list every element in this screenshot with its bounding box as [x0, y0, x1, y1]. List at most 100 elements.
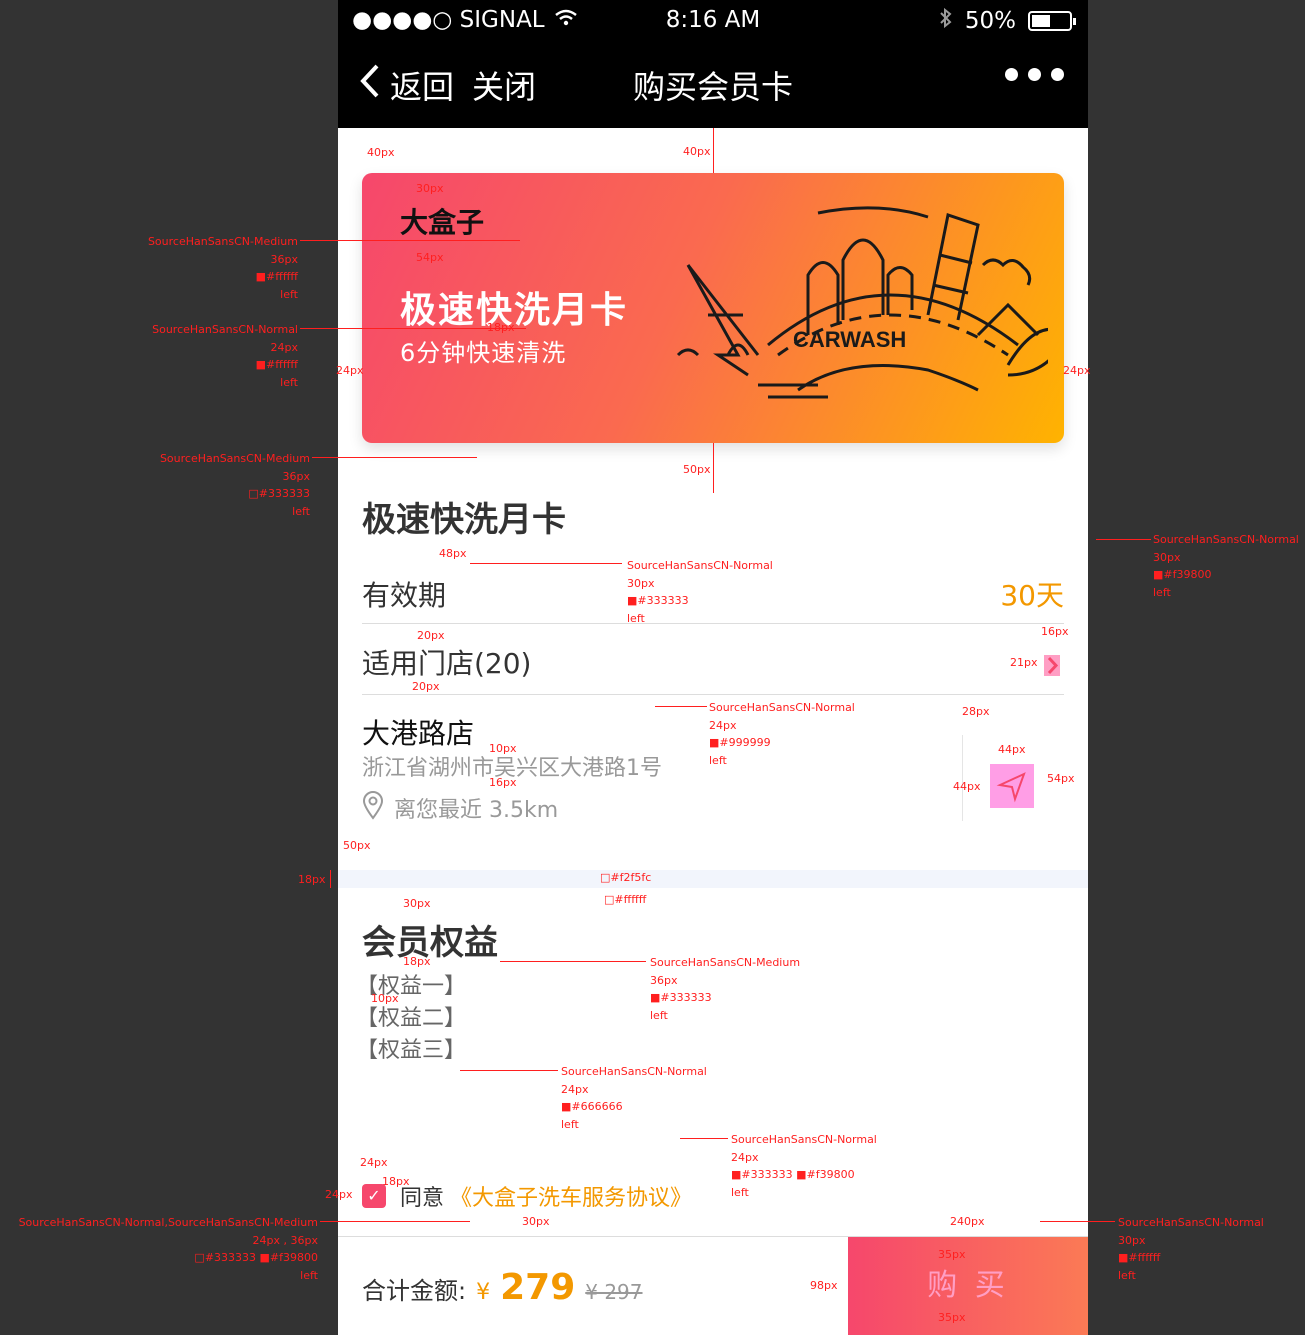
dimension-label: 16px [489, 776, 517, 789]
leader-line [713, 443, 714, 493]
dimension-label: 44px [998, 743, 1026, 756]
dimension-label: 24px [325, 1188, 353, 1201]
nav-bar: 返回 关闭 购买会员卡 [338, 40, 1088, 128]
divider [362, 694, 1064, 695]
annotation-gap-color: □#f2f5fc [600, 871, 652, 884]
dimension-label: 18px [487, 321, 515, 334]
total-price: 279 [500, 1267, 576, 1308]
annotation-address: SourceHanSansCN-Normal 24px ■#999999 lef… [709, 701, 855, 767]
leader-line [320, 1221, 470, 1222]
leader-line [460, 1070, 558, 1071]
agreement-link[interactable]: 《大盒子洗车服务协议》 [450, 1180, 692, 1212]
checkout-bar: 合计金额: ¥ 279 ¥ 297 购 买 [338, 1236, 1088, 1335]
dimension-label: 240px [950, 1215, 985, 1228]
dimension-label: 24px [1063, 364, 1091, 377]
battery-percent: 50% [964, 8, 1016, 34]
annotation-buy: SourceHanSansCN-Normal 30px ■#ffffff lef… [1118, 1216, 1264, 1282]
dimension-label: 10px [489, 742, 517, 755]
dimension-label: 44px [953, 780, 981, 793]
stores-row[interactable]: 适用门店(20) [362, 642, 1064, 682]
leader-line [312, 457, 477, 458]
bluetooth-icon [939, 7, 953, 35]
buy-button[interactable]: 购 买 [848, 1237, 1088, 1335]
total-label: 合计金额: [362, 1277, 467, 1305]
chevron-right-icon [1044, 650, 1060, 683]
location-pin-icon [362, 790, 384, 826]
store-distance-row: 离您最近 3.5km [362, 790, 558, 826]
battery-level-fill [1032, 15, 1050, 27]
store-name: 大港路店 [362, 717, 475, 750]
navigation-arrow-icon [990, 764, 1034, 808]
dimension-label: 30px [403, 897, 431, 910]
dimension-label: 18px [382, 1175, 410, 1188]
dimension-label: 54px [1047, 772, 1075, 785]
original-price: ¥ 297 [585, 1280, 643, 1304]
leader-line [330, 870, 331, 888]
annotation-validity-value: SourceHanSansCN-Normal 30px ■#f39800 lef… [1153, 533, 1299, 599]
leader-line [300, 240, 520, 241]
leader-line [680, 1138, 728, 1139]
dimension-label: 24px [360, 1156, 388, 1169]
annotation-validity-label: SourceHanSansCN-Normal 30px ■#333333 lef… [627, 559, 773, 625]
leader-line [500, 961, 646, 962]
dimension-label: 40px [683, 145, 711, 158]
dimension-label: 10px [371, 992, 399, 1005]
section-gap [338, 870, 1088, 888]
product-title: 极速快洗月卡 [362, 500, 566, 540]
dimension-label: 48px [439, 547, 467, 560]
dimension-label: 98px [810, 1279, 838, 1292]
dimension-label: 50px [683, 463, 711, 476]
check-icon: ✓ [367, 1186, 381, 1205]
dimension-label: 16px [1041, 625, 1069, 638]
dimension-label: 20px [412, 680, 440, 693]
carwash-text: CARWASH [793, 327, 906, 352]
validity-value: 30天 [1000, 579, 1064, 612]
leader-line [1096, 539, 1151, 540]
annotation-price: SourceHanSansCN-Normal,SourceHanSansCN-M… [18, 1216, 318, 1282]
dimension-label: 20px [417, 629, 445, 642]
annotation-agreement: SourceHanSansCN-Normal 24px ■#333333 ■#f… [731, 1133, 877, 1199]
annotation-white-color: □#ffffff [604, 893, 647, 906]
leader-line [1040, 1221, 1115, 1222]
more-menu-button[interactable] [1005, 68, 1064, 81]
more-dot-icon [1005, 68, 1018, 81]
leader-line [655, 706, 707, 707]
dimension-label: 30px [522, 1215, 550, 1228]
annotation-benefits-item: SourceHanSansCN-Normal 24px ■#666666 lef… [561, 1065, 707, 1131]
phone-screen: ●●●●○ SIGNAL 8:16 AM 50% 返回 关闭 购买会员卡 大盒子… [338, 0, 1088, 1335]
annotation-card-subtitle: SourceHanSansCN-Normal 24px ■#ffffff lef… [152, 323, 298, 389]
more-dot-icon [1028, 68, 1041, 81]
dimension-label: 21px [1010, 656, 1038, 669]
validity-label: 有效期 [362, 579, 447, 612]
stores-label: 适用门店(20) [362, 647, 532, 680]
dimension-label: 54px [416, 251, 444, 264]
dimension-label: 35px [938, 1248, 966, 1261]
dimension-label: 24px [336, 364, 364, 377]
dimension-label: 18px [298, 873, 326, 886]
annotation-card-title: SourceHanSansCN-Medium 36px ■#ffffff lef… [147, 235, 298, 301]
navigate-button[interactable] [990, 764, 1034, 808]
dimension-label: 28px [962, 705, 990, 718]
carwash-world-illustration: CARWASH [676, 206, 1048, 399]
divider-vertical [962, 735, 963, 821]
currency-symbol: ¥ [476, 1280, 491, 1305]
benefit-item: 【权益三】 [356, 1038, 467, 1063]
dimension-label: 35px [938, 1311, 966, 1324]
agreement-row: ✓ 同意 《大盒子洗车服务协议》 [362, 1180, 692, 1212]
brand-logo: 大盒子 [400, 206, 485, 239]
dimension-label: 18px [403, 955, 431, 968]
store-distance: 离您最近 3.5km [394, 798, 559, 823]
total-block: 合计金额: ¥ 279 ¥ 297 [362, 1267, 643, 1308]
annotation-benefits-title: SourceHanSansCN-Medium 36px ■#333333 lef… [650, 956, 801, 1022]
leader-line [470, 563, 622, 564]
annotation-product-title: SourceHanSansCN-Medium 36px □#333333 lef… [159, 452, 310, 518]
dimension-label: 50px [343, 839, 371, 852]
design-spec-canvas: ●●●●○ SIGNAL 8:16 AM 50% 返回 关闭 购买会员卡 大盒子… [0, 0, 1305, 1335]
more-dot-icon [1051, 68, 1064, 81]
page-title: 购买会员卡 [632, 68, 793, 106]
dimension-label: 40px [367, 146, 395, 159]
dimension-label: 30px [416, 182, 444, 195]
leader-line [713, 128, 714, 173]
status-right: 50% [939, 7, 1076, 35]
battery-icon [1028, 11, 1076, 31]
